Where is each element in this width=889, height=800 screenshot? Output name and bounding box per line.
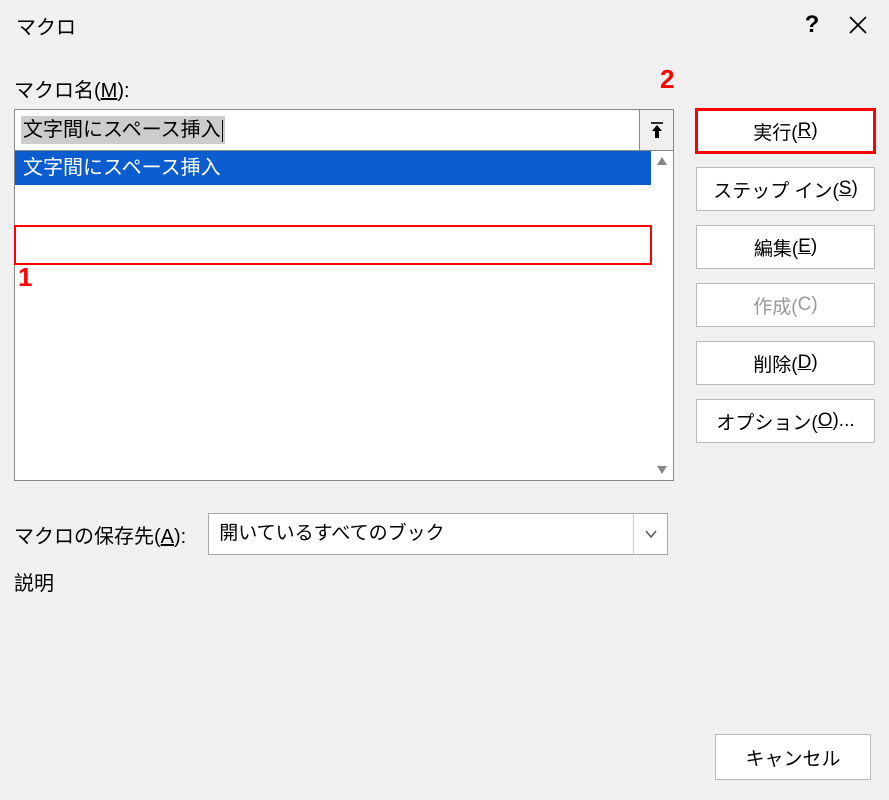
macro-dialog: マクロ ? マクロ名(M): 2 文字間にスペース挿入 — [0, 0, 889, 800]
close-button[interactable] — [835, 2, 881, 48]
macro-name-input[interactable]: 文字間にスペース挿入 — [14, 109, 640, 151]
macro-listbox[interactable]: 文字間にスペース挿入 — [14, 151, 674, 481]
macro-storage-label: マクロの保存先(A): — [14, 520, 186, 549]
create-button: 作成(C) — [696, 283, 875, 327]
scroll-down-icon[interactable] — [651, 460, 673, 480]
close-icon — [848, 15, 868, 35]
step-in-button[interactable]: ステップ イン(S) — [696, 167, 875, 211]
description-label: 説明 — [14, 567, 875, 596]
scroll-up-icon[interactable] — [651, 151, 673, 171]
macro-storage-combo[interactable]: 開いているすべてのブック — [208, 513, 668, 555]
run-to-cursor-button[interactable] — [640, 109, 674, 151]
delete-button[interactable]: 削除(D) — [696, 341, 875, 385]
listbox-scrollbar[interactable] — [651, 151, 673, 480]
cancel-button[interactable]: キャンセル — [715, 734, 871, 780]
help-button[interactable]: ? — [789, 2, 835, 48]
list-item[interactable]: 文字間にスペース挿入 — [15, 151, 651, 185]
macro-name-input-selection: 文字間にスペース挿入 — [21, 116, 225, 144]
edit-button[interactable]: 編集(E) — [696, 225, 875, 269]
macro-storage-selected: 開いているすべてのブック — [209, 514, 633, 554]
dialog-title: マクロ — [16, 11, 789, 40]
macro-name-label: マクロ名(M): — [14, 74, 875, 103]
up-arrow-icon — [649, 121, 665, 139]
options-button[interactable]: オプション(O)... — [696, 399, 875, 443]
titlebar: マクロ ? — [0, 0, 889, 50]
run-button[interactable]: 実行(R) — [696, 109, 875, 153]
chevron-down-icon — [633, 514, 667, 554]
